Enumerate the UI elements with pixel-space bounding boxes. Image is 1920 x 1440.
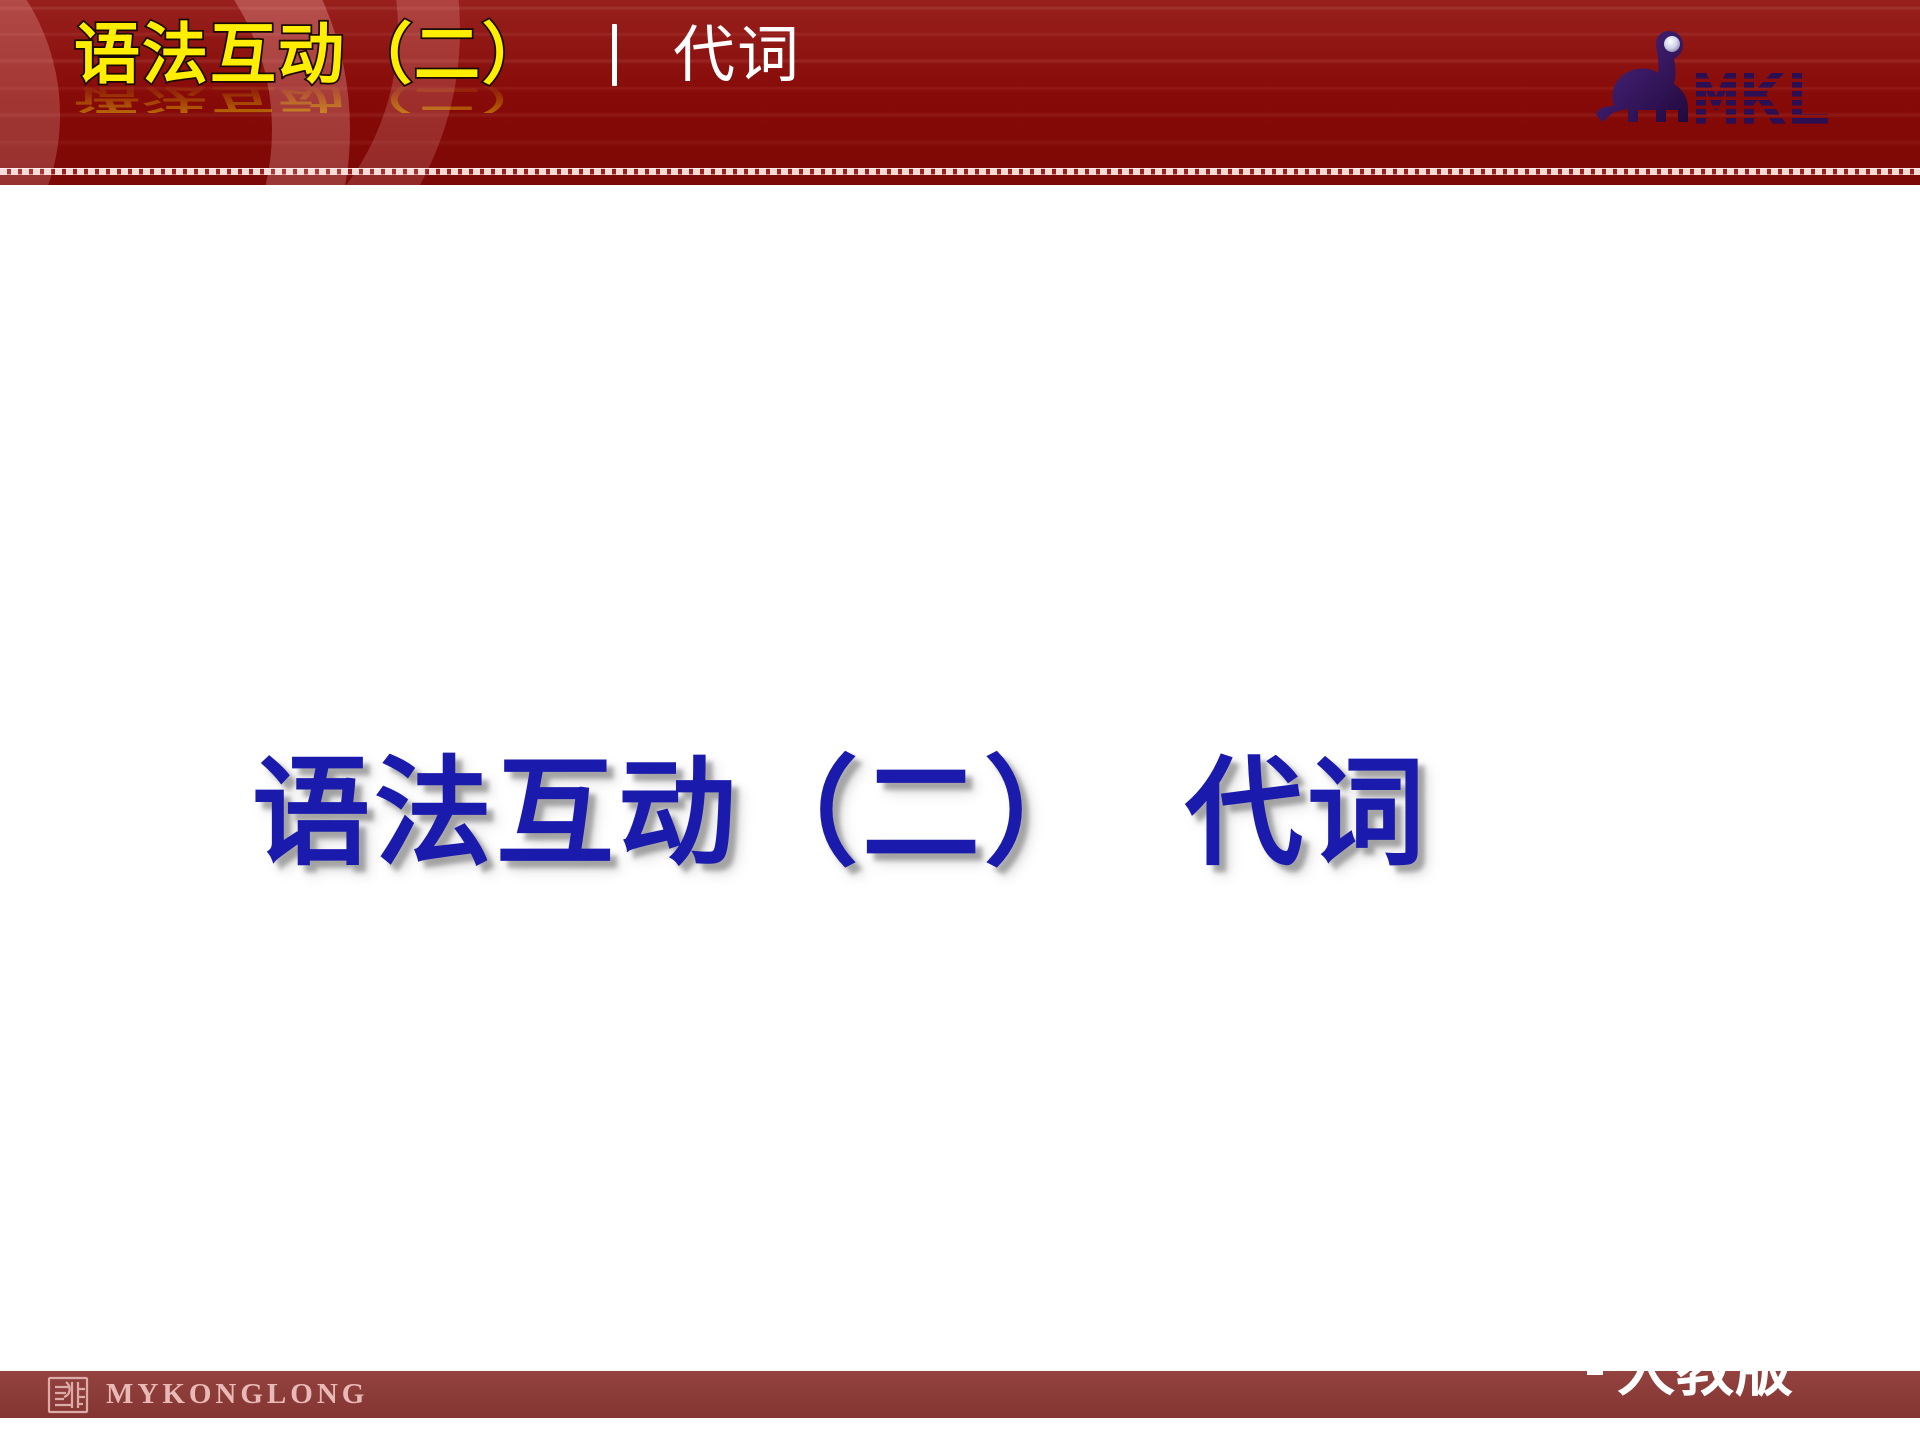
slide-body-canvas: 语法互动（二） 代词	[0, 185, 1920, 1371]
footer-edition-group: 人教版	[1586, 1336, 1794, 1404]
header-title-group: 语法互动（二） 代词	[72, 16, 802, 93]
header-dotted-divider	[0, 168, 1920, 175]
footer-edition-text: 人教版	[1616, 1336, 1794, 1404]
presentation-slide: 语法互动（二） 语法互动（二） 代词 语法互动（二） 代词 MYKONGLONG…	[0, 0, 1920, 1440]
header-title-text: 语法互动（二）	[72, 16, 550, 93]
mkl-logo	[1592, 28, 1842, 132]
seal-stamp-icon	[47, 1376, 89, 1413]
dinosaur-eye	[1664, 36, 1680, 52]
main-title-block: 语法互动（二） 代词	[0, 740, 1920, 888]
main-title-part-1: 语法互动（二）	[252, 744, 1107, 882]
header-separator-bar	[612, 24, 617, 86]
mkl-wordmark	[1696, 72, 1828, 124]
footer-brand-group: MYKONGLONG	[46, 1372, 368, 1417]
dinosaur-icon	[1596, 31, 1828, 124]
header-subtitle-text: 代词	[673, 18, 802, 91]
edition-bullet-icon	[1586, 1359, 1603, 1375]
slide-header-band: 语法互动（二） 语法互动（二） 代词	[0, 0, 1920, 185]
swirl-blob-left	[0, 0, 60, 185]
main-title-part-2: 代词	[1184, 744, 1429, 882]
footer-brand-text: MYKONGLONG	[106, 1378, 369, 1410]
